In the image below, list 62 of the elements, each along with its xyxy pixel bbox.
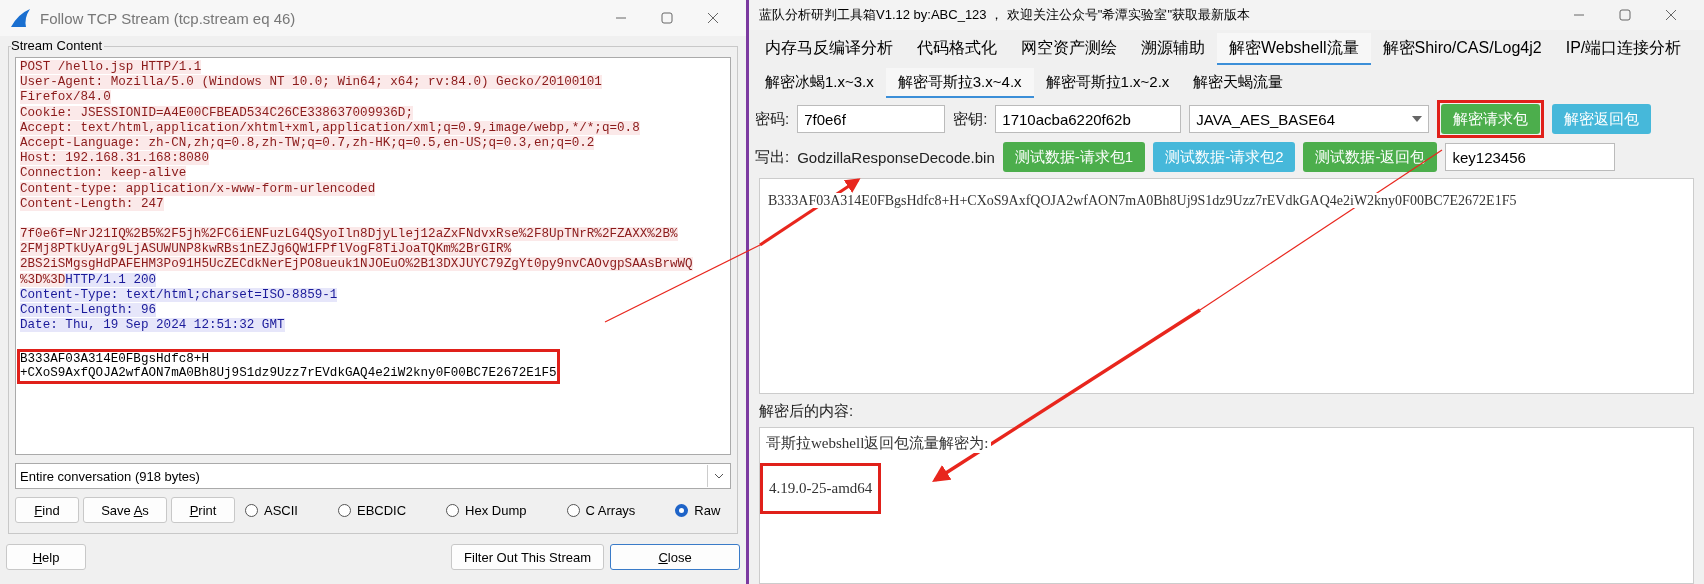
tab[interactable]: 内存马反编译分析	[753, 33, 905, 65]
password-field[interactable]: 7f0e6f	[797, 105, 946, 133]
response-body-text: B333AF03A314E0FBgsHdfc8+H	[20, 351, 209, 366]
window-title: Follow TCP Stream (tcp.stream eq 46)	[40, 9, 297, 27]
result-value: 4.19.0-25-amd64	[769, 480, 873, 496]
stream-text: 2BS2iSMgsgHdPAFEHM3Po91H5UcZECdkNerEjPO8ueuk1NJOEuO%2B13DXJUYC79ZgYt0py9nvCAOvgpSAAsBrwWQ	[20, 257, 693, 272]
format-radio[interactable]: Raw	[675, 502, 721, 518]
stream-text: Date: Thu, 19 Sep 2024 12:51:32 GMT	[20, 318, 285, 333]
sub-tab[interactable]: 解密哥斯拉1.x~2.x	[1033, 68, 1182, 98]
caret-icon	[1412, 116, 1423, 122]
stream-text: User-Agent: Mozilla/5.0 (Windows NT 10.0; Win64; x64; rv:84.0) Gecko/20100101	[20, 75, 602, 90]
field-label: 密钥:	[953, 109, 988, 129]
stream-text: 7f0e6f=NrJ21IQ%2B5%2F5jh%2FC6iENFuzLG4QSyoIln8DjyLlej12aZxFNdvxRse%2F8UpTNrR%2FZAXX%2B%	[20, 227, 678, 242]
action-button[interactable]: Save As	[83, 497, 167, 523]
format-radio[interactable]: EBCDIC	[337, 502, 407, 518]
test-key-field[interactable]: key123456	[1445, 143, 1616, 171]
response-body-text: +CXoS9AxfQOJA2wfAON7mA0Bh8Uj9S1dz9Uzz7rEVdkGAQ4e2iW2kny0F00BC7E2672E1F5	[20, 366, 557, 381]
stream-text: Accept-Language: zh-CN,zh;q=0.8,zh-TW;q=0.7,zh-HK;q=0.5,en-US;q=0.3,en;q=0.2	[20, 135, 595, 150]
stream-text-area[interactable]	[15, 57, 731, 455]
dialog-button[interactable]: Close	[610, 544, 740, 570]
field-label: 密码:	[755, 109, 790, 129]
algorithm-select[interactable]: JAVA_AES_BASE64	[1189, 105, 1430, 133]
stream-text: Content-Length: 247	[20, 196, 164, 211]
stream-text: Content-Length: 96	[20, 303, 157, 317]
stream-text: %3D%3D	[20, 272, 66, 287]
output-file-name: GodzillaResponseDecode.bin	[797, 148, 995, 166]
stream-text: Content-Type: text/html;charset=ISO-8859-1	[20, 287, 338, 302]
tab[interactable]: 溯源辅助	[1129, 33, 1217, 65]
tab[interactable]: 代码格式化	[905, 33, 1009, 65]
tab[interactable]: 解密Shiro/CAS/Log4j2	[1370, 33, 1554, 65]
tab[interactable]: IP/端口连接分析	[1553, 33, 1694, 65]
stream-text: Content-type: application/x-www-form-urlencoded	[20, 181, 376, 196]
input-text-area[interactable]: B333AF03A314E0FBgsHdfc8+H+CXoS9AxfQOJA2wfAON7mA0Bh8Uj9S1dz9Uzz7rEVdkGAQ4e2iW2kny0F00BC7E2672E1F5	[759, 178, 1694, 394]
stream-text: Firefox/84.0	[20, 90, 111, 105]
format-radio[interactable]: ASCII	[245, 502, 298, 518]
result-text-area[interactable]: 哥斯拉webshell返回包流量解密为: 4.19.0-25-amd64	[759, 427, 1694, 584]
conversation-select[interactable]: Entire conversation (918 bytes)	[15, 463, 731, 489]
dialog-button[interactable]: Help	[6, 544, 86, 570]
field-label: 写出:	[755, 147, 790, 167]
sub-tab[interactable]: 解密冰蝎1.x~3.x	[753, 68, 886, 98]
dialog-button[interactable]: Filter Out This Stream	[451, 544, 604, 570]
result-heading: 哥斯拉webshell返回包流量解密为:	[766, 434, 991, 453]
stream-text: Cookie: JSESSIONID=A4E00CFBEAD534C26CE338637009936D;	[20, 105, 413, 120]
stream-text: Connection: keep-alive	[20, 166, 187, 181]
format-radio[interactable]: Hex Dump	[446, 502, 527, 518]
tab[interactable]: 解密Webshell流量	[1217, 33, 1371, 65]
group-label: Stream Content	[11, 38, 105, 53]
stream-text: Accept: text/html,application/xhtml+xml,application/xml;q=0.9,image/webp,*/*;q=0.8	[20, 120, 640, 135]
key-field[interactable]: 1710acba6220f62b	[995, 105, 1182, 133]
stream-text: Host: 192.168.31.168:8080	[20, 151, 209, 166]
result-label: 解密后的内容:	[759, 402, 854, 421]
tab[interactable]: 网空资产测绘	[1009, 33, 1129, 65]
window-title: 蓝队分析研判工具箱V1.12 by:ABC_123 ， 欢迎关注公众号"希潭实验室"获取最新版本	[759, 6, 1252, 24]
stream-text: HTTP/1.1 200	[65, 272, 157, 287]
sub-tab[interactable]: 解密天蝎流量	[1181, 68, 1296, 98]
format-radio[interactable]: C Arrays	[566, 502, 636, 518]
sub-tab[interactable]: 解密哥斯拉3.x~4.x	[885, 68, 1034, 98]
stream-text: 2FMj8PTkUyArg9LjASUWUNP8kwRBs1nEZJg6QW1FPflVogF8TiJoaTQKm%2BrGIR%	[20, 242, 512, 257]
shark-fin-icon	[10, 8, 32, 28]
action-button[interactable]: Find	[15, 497, 79, 523]
action-button[interactable]: Print	[171, 497, 235, 523]
stream-text: POST /hello.jsp HTTP/1.1	[20, 60, 202, 74]
